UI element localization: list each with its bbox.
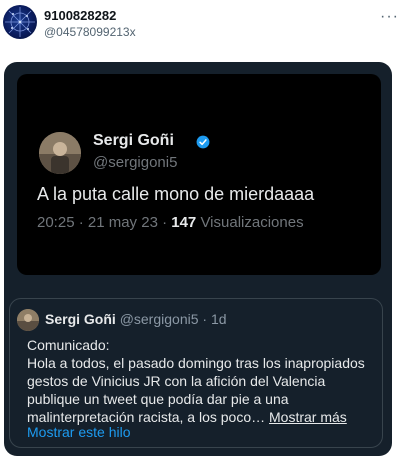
screenshot-time: 20:25 · 21 may 23 · [37, 214, 172, 231]
photo-avatar-icon [17, 309, 39, 331]
user-handle[interactable]: @04578099213x [44, 25, 136, 39]
verified-badge-icon [196, 135, 210, 149]
avatar-pattern [5, 7, 35, 37]
show-thread-link[interactable]: Mostrar este hilo [27, 424, 130, 440]
quoted-name[interactable]: Sergi Goñi [45, 311, 116, 327]
avatar[interactable] [3, 5, 37, 39]
tweet-media-card[interactable]: Sergi Goñi @sergigoni5 A la puta calle m… [4, 62, 392, 456]
screenshot-text: A la puta calle mono de mierdaaaa [37, 184, 315, 204]
more-options-icon[interactable]: ··· [380, 8, 399, 26]
screenshot-name: Sergi Goñi [93, 132, 174, 149]
screenshot-handle: @sergigoni5 [93, 154, 178, 171]
quoted-header: Sergi Goñi @sergigoni5 · 1d [45, 311, 227, 327]
screenshot-meta: 20:25 · 21 may 23 · 147 Visualizaciones [37, 214, 304, 231]
quoted-separator: · [198, 311, 211, 327]
quoted-body: Comunicado: Hola a todos, el pasado domi… [27, 336, 379, 426]
quoted-time[interactable]: 1d [211, 311, 227, 327]
quoted-avatar[interactable] [17, 309, 39, 331]
quoted-handle[interactable]: @sergigoni5 [120, 311, 199, 327]
screenshot-tweet: Sergi Goñi @sergigoni5 A la puta calle m… [17, 74, 381, 275]
screenshot-avatar [39, 132, 81, 174]
photo-avatar-icon [39, 132, 81, 174]
views-count: 147 [171, 214, 197, 231]
display-name[interactable]: 9100828282 [44, 8, 116, 23]
views-label: Visualizaciones [196, 214, 304, 231]
show-more-link[interactable]: Mostrar más [269, 409, 347, 425]
tweet-header: 9100828282 @04578099213x ··· [0, 0, 400, 58]
quoted-tweet[interactable]: Sergi Goñi @sergigoni5 · 1d Comunicado: … [9, 298, 383, 448]
